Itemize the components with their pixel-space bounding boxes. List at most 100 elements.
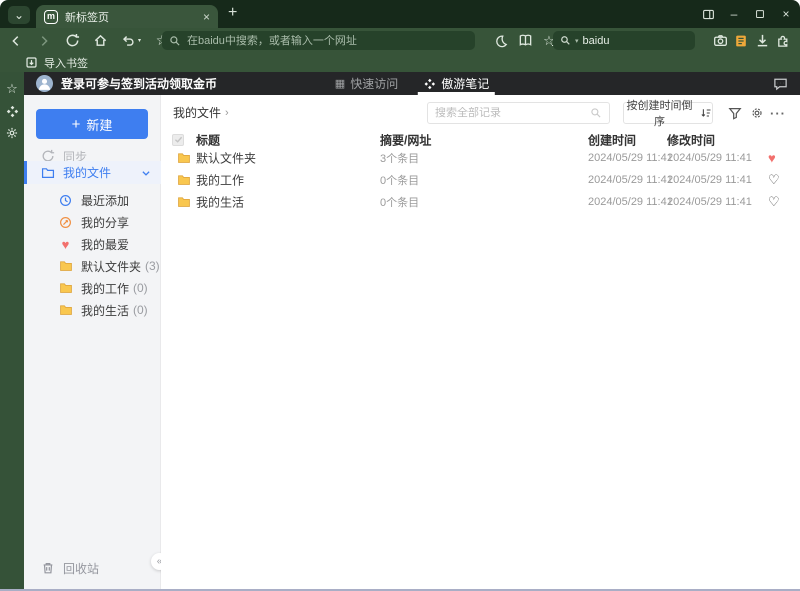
tab-notes[interactable]: 傲游笔记 <box>418 72 496 95</box>
favorites-star-icon[interactable]: ☆ <box>4 81 20 97</box>
maxthon-logo-icon: m <box>44 9 58 24</box>
column-header-created[interactable]: 创建时间 <box>588 131 636 148</box>
sort-icon <box>700 107 712 119</box>
records-search-input[interactable] <box>435 107 584 119</box>
clock-icon <box>58 193 73 208</box>
column-header-title[interactable]: 标题 <box>196 131 220 148</box>
downloads-icon[interactable] <box>754 33 770 49</box>
row-modified: 2024/05/29 11:41 <box>667 196 752 208</box>
search-engine-caret-icon[interactable]: ▾ <box>575 37 579 45</box>
breadcrumb[interactable]: 我的文件 › <box>173 104 229 121</box>
filter-funnel-icon[interactable] <box>727 105 743 121</box>
column-header-summary[interactable]: 摘要/网址 <box>380 131 431 148</box>
sidebar-item-my-life[interactable]: 我的生活 (0) <box>24 299 161 321</box>
tab-quick-access[interactable]: ▦ 快速访问 <box>335 72 398 95</box>
settings-gear-icon[interactable] <box>4 125 20 141</box>
table-row[interactable]: 我的工作 0个条目 2024/05/29 11:41 2024/05/29 11… <box>161 169 800 191</box>
row-title[interactable]: 默认文件夹 <box>196 150 256 167</box>
folder-icon <box>177 195 191 209</box>
row-created: 2024/05/29 11:41 <box>588 196 673 208</box>
heart-icon: ♥ <box>61 236 70 252</box>
back-icon[interactable] <box>8 33 24 49</box>
quick-search-input[interactable] <box>582 34 688 47</box>
notes-app-header: 登录可参与签到活动领取金币 ▦ 快速访问 傲游笔记 <box>24 72 800 95</box>
sidebar-item-my-work[interactable]: 我的工作 (0) <box>24 277 161 299</box>
folder-icon <box>177 151 191 165</box>
close-button[interactable]: × <box>778 6 794 22</box>
refresh-icon[interactable] <box>64 33 80 49</box>
favorite-heart-icon[interactable]: ♡ <box>768 194 780 210</box>
feedback-chat-icon[interactable] <box>773 76 788 91</box>
folder-icon <box>177 173 191 187</box>
row-summary: 3个条目 <box>380 153 420 165</box>
search-icon <box>560 35 571 46</box>
row-title[interactable]: 我的工作 <box>196 172 244 189</box>
menu-icon[interactable]: ≡ <box>796 32 800 49</box>
notes-icon[interactable] <box>733 33 749 49</box>
folder-icon <box>58 259 73 274</box>
view-settings-gear-icon[interactable] <box>749 105 765 121</box>
share-icon <box>58 215 73 230</box>
side-panel-icon[interactable] <box>700 6 716 22</box>
tab-close-icon[interactable]: × <box>203 10 210 24</box>
sidebar-item-shares[interactable]: 我的分享 <box>24 211 161 233</box>
import-bookmarks-icon <box>25 56 38 69</box>
address-input[interactable] <box>187 34 468 47</box>
table-row[interactable]: 我的生活 0个条目 2024/05/29 11:41 2024/05/29 11… <box>161 191 800 213</box>
tab-title: 新标签页 <box>65 11 109 24</box>
search-icon <box>169 35 181 47</box>
row-summary: 0个条目 <box>380 175 420 187</box>
notes-app-icon[interactable] <box>4 103 20 119</box>
new-tab-button[interactable]: + <box>228 4 237 22</box>
undo-icon[interactable]: ▾ <box>120 33 142 49</box>
browser-window: ⌄ m 新标签页 × + – × ▾ 在baidu中搜索，或者输入一个网址 ☆ … <box>0 0 800 591</box>
undo-caret-icon: ▾ <box>137 38 141 44</box>
folder-icon <box>40 165 55 180</box>
screenshot-icon[interactable] <box>712 33 728 49</box>
sidebar-item-recycle-bin[interactable]: 回收站 <box>24 557 161 579</box>
table-row[interactable]: 默认文件夹 3个条目 2024/05/29 11:41 2024/05/29 1… <box>161 147 800 169</box>
address-bar[interactable] <box>162 31 475 50</box>
login-banner[interactable]: 登录可参与签到活动领取金币 <box>61 75 217 92</box>
bookmarks-bar: 导入书签 <box>0 53 800 72</box>
import-bookmarks-button[interactable]: 导入书签 <box>44 55 88 71</box>
more-options-icon[interactable]: ··· <box>770 105 786 121</box>
breadcrumb-arrow-icon: › <box>225 106 229 119</box>
tab-bar: ⌄ m 新标签页 × + – × <box>0 0 800 28</box>
sidebar-item-favorites[interactable]: ♥ 我的最爱 <box>24 233 161 255</box>
quick-search-box[interactable]: ▾ <box>553 31 695 50</box>
sort-order-button[interactable]: 按创建时间倒序 <box>623 100 713 128</box>
grid-icon: ▦ <box>334 78 346 90</box>
sidebar-item-my-files[interactable]: 我的文件 <box>24 161 161 184</box>
browser-tab-new-tab[interactable]: m 新标签页 × <box>36 5 218 28</box>
night-mode-icon[interactable] <box>493 33 509 49</box>
sidebar-item-default-folder[interactable]: 默认文件夹 (3) <box>24 255 161 277</box>
minimize-button[interactable]: – <box>726 6 742 22</box>
browser-toolbar: ▾ ☆ ☆ ▾ <box>0 28 800 53</box>
row-summary: 0个条目 <box>380 197 420 209</box>
maximize-button[interactable] <box>752 6 768 22</box>
favorite-heart-icon[interactable]: ♡ <box>768 172 780 188</box>
side-strip: ☆ <box>0 72 24 589</box>
home-icon[interactable] <box>92 33 108 49</box>
forward-icon[interactable] <box>36 33 52 49</box>
sidebar-item-recent[interactable]: 最近添加 <box>24 189 161 211</box>
chevron-down-icon: ⌄ <box>13 8 25 22</box>
new-note-button[interactable]: + 新建 <box>36 109 148 139</box>
tab-list-button[interactable]: ⌄ <box>8 6 30 24</box>
chevron-down-icon[interactable] <box>141 168 151 178</box>
row-modified: 2024/05/29 11:41 <box>667 174 752 186</box>
row-title[interactable]: 我的生活 <box>196 194 244 211</box>
column-header-modified[interactable]: 修改时间 <box>667 131 715 148</box>
reading-mode-icon[interactable] <box>517 33 533 49</box>
avatar[interactable] <box>36 75 53 92</box>
folder-icon <box>58 281 73 296</box>
row-created: 2024/05/29 11:41 <box>588 174 673 186</box>
notes-content: 我的文件 › 按创建时间倒序 ··· 标题 摘要/网址 <box>161 95 800 589</box>
records-search-box[interactable] <box>427 102 610 124</box>
table-header: 标题 摘要/网址 创建时间 修改时间 <box>161 131 800 148</box>
extensions-icon[interactable] <box>775 33 791 49</box>
favorite-heart-icon[interactable]: ♥ <box>768 151 776 166</box>
search-icon <box>590 107 602 119</box>
select-all-checkbox[interactable] <box>172 133 184 146</box>
